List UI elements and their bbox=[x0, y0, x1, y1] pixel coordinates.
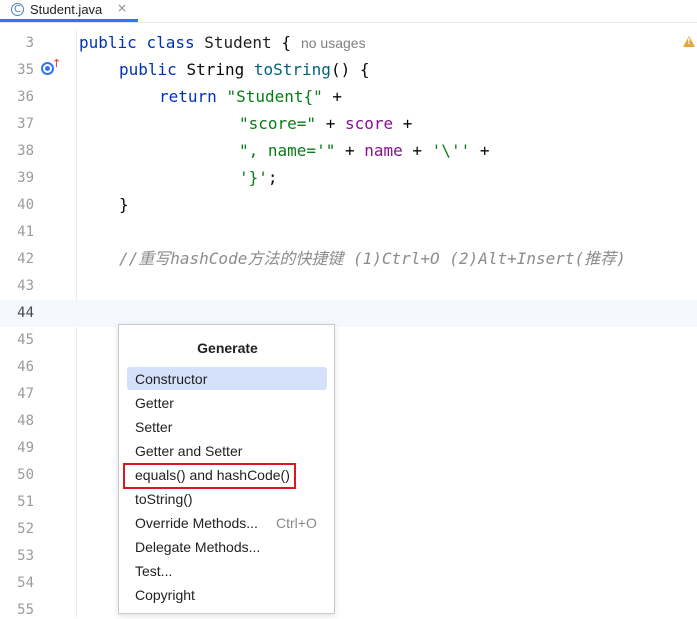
line-number: 50 bbox=[17, 467, 34, 483]
code-line[interactable]: 38 ", name='" + name + '\'' + bbox=[0, 138, 697, 165]
code-line[interactable]: 3 public class Student {no usages bbox=[0, 30, 697, 57]
line-number: 40 bbox=[17, 197, 34, 213]
code-line[interactable]: 53 bbox=[0, 543, 697, 570]
line-number: 54 bbox=[17, 575, 34, 591]
code-line[interactable]: 49 bbox=[0, 435, 697, 462]
warning-icon[interactable] bbox=[683, 36, 695, 47]
menu-item-getter-and-setter[interactable]: Getter and Setter bbox=[127, 439, 327, 462]
line-number: 42 bbox=[17, 251, 34, 267]
line-number: 38 bbox=[17, 143, 34, 159]
code-line[interactable]: 41 bbox=[0, 219, 697, 246]
line-number: 51 bbox=[17, 494, 34, 510]
code-line[interactable]: 50 bbox=[0, 462, 697, 489]
highlight-annotation-box bbox=[123, 463, 296, 489]
code-line[interactable]: 35 ↑ public String toString() { bbox=[0, 57, 697, 84]
menu-item-tostring[interactable]: toString() bbox=[127, 487, 327, 510]
menu-item-test[interactable]: Test... bbox=[127, 559, 327, 582]
code-line[interactable]: 55 bbox=[0, 597, 697, 618]
menu-item-label: Copyright bbox=[135, 587, 195, 603]
code-text: "score=" + score + bbox=[239, 114, 413, 133]
close-icon[interactable]: × bbox=[117, 1, 127, 15]
line-number: 49 bbox=[17, 440, 34, 456]
code-line[interactable]: 37 "score=" + score + bbox=[0, 111, 697, 138]
code-text: ", name='" + name + '\'' + bbox=[239, 141, 490, 160]
code-text: } bbox=[119, 195, 129, 214]
menu-item-label: Test... bbox=[135, 563, 173, 579]
code-line[interactable]: 51 bbox=[0, 489, 697, 516]
line-number: 35 bbox=[17, 62, 34, 78]
menu-item-label: Override Methods... bbox=[135, 515, 258, 531]
menu-item-label: Setter bbox=[135, 419, 173, 435]
code-comment: //重写hashCode方法的快捷键 (1)Ctrl+O (2)Alt+Inse… bbox=[119, 249, 626, 268]
line-number: 46 bbox=[17, 359, 34, 375]
menu-item-constructor[interactable]: Constructor bbox=[127, 367, 327, 390]
code-line[interactable]: 42 //重写hashCode方法的快捷键 (1)Ctrl+O (2)Alt+I… bbox=[0, 246, 697, 273]
up-arrow-icon: ↑ bbox=[52, 57, 62, 70]
code-text: public String toString() { bbox=[119, 60, 370, 79]
active-tab-indicator bbox=[0, 19, 138, 22]
code-line[interactable]: 52 bbox=[0, 516, 697, 543]
code-editor[interactable]: 3 public class Student {no usages 35 ↑ p… bbox=[0, 30, 697, 618]
menu-item-label: Delegate Methods... bbox=[135, 539, 261, 555]
tab-filename: Student.java bbox=[30, 2, 103, 17]
current-code-line[interactable]: 44 bbox=[0, 300, 697, 327]
menu-item-override-methods[interactable]: Override Methods... Ctrl+O bbox=[127, 511, 327, 534]
line-number: 44 bbox=[17, 305, 34, 321]
code-line[interactable]: 48 bbox=[0, 408, 697, 435]
menu-item-shortcut: Ctrl+O bbox=[276, 515, 317, 531]
editor-tab-bar: C Student.java × bbox=[0, 0, 697, 23]
menu-item-label: Constructor bbox=[135, 371, 208, 387]
line-number: 48 bbox=[17, 413, 34, 429]
line-number: 45 bbox=[17, 332, 34, 348]
code-line[interactable]: 47 bbox=[0, 381, 697, 408]
line-number: 3 bbox=[25, 35, 34, 51]
line-number: 39 bbox=[17, 170, 34, 186]
code-text: return "Student{" + bbox=[159, 87, 343, 106]
code-line[interactable]: 46 bbox=[0, 354, 697, 381]
tab-student-java[interactable]: C Student.java × bbox=[0, 0, 140, 22]
code-line[interactable]: 39 '}'; bbox=[0, 165, 697, 192]
code-text: public class Student {no usages bbox=[79, 33, 366, 52]
menu-item-getter[interactable]: Getter bbox=[127, 391, 327, 414]
menu-item-label: Getter bbox=[135, 395, 174, 411]
popup-title: Generate bbox=[197, 340, 258, 356]
line-number: 53 bbox=[17, 548, 34, 564]
java-class-icon: C bbox=[11, 3, 24, 16]
line-number: 47 bbox=[17, 386, 34, 402]
code-line[interactable]: 36 return "Student{" + bbox=[0, 84, 697, 111]
code-text: '}'; bbox=[239, 168, 278, 187]
line-number: 37 bbox=[17, 116, 34, 132]
line-number: 36 bbox=[17, 89, 34, 105]
code-line[interactable]: 54 bbox=[0, 570, 697, 597]
generate-popup: Generate Constructor Getter Setter Gette… bbox=[118, 324, 335, 614]
menu-item-setter[interactable]: Setter bbox=[127, 415, 327, 438]
menu-item-label: Getter and Setter bbox=[135, 443, 243, 459]
line-number: 41 bbox=[17, 224, 34, 240]
line-number: 52 bbox=[17, 521, 34, 537]
usage-hint: no usages bbox=[300, 35, 366, 51]
code-line[interactable]: 43 bbox=[0, 273, 697, 300]
line-number: 43 bbox=[17, 278, 34, 294]
line-number: 55 bbox=[17, 602, 34, 618]
menu-item-delegate-methods[interactable]: Delegate Methods... bbox=[127, 535, 327, 558]
menu-item-label: toString() bbox=[135, 491, 193, 507]
code-line[interactable]: 45 bbox=[0, 327, 697, 354]
menu-item-copyright[interactable]: Copyright bbox=[127, 583, 327, 606]
code-line[interactable]: 40 } bbox=[0, 192, 697, 219]
